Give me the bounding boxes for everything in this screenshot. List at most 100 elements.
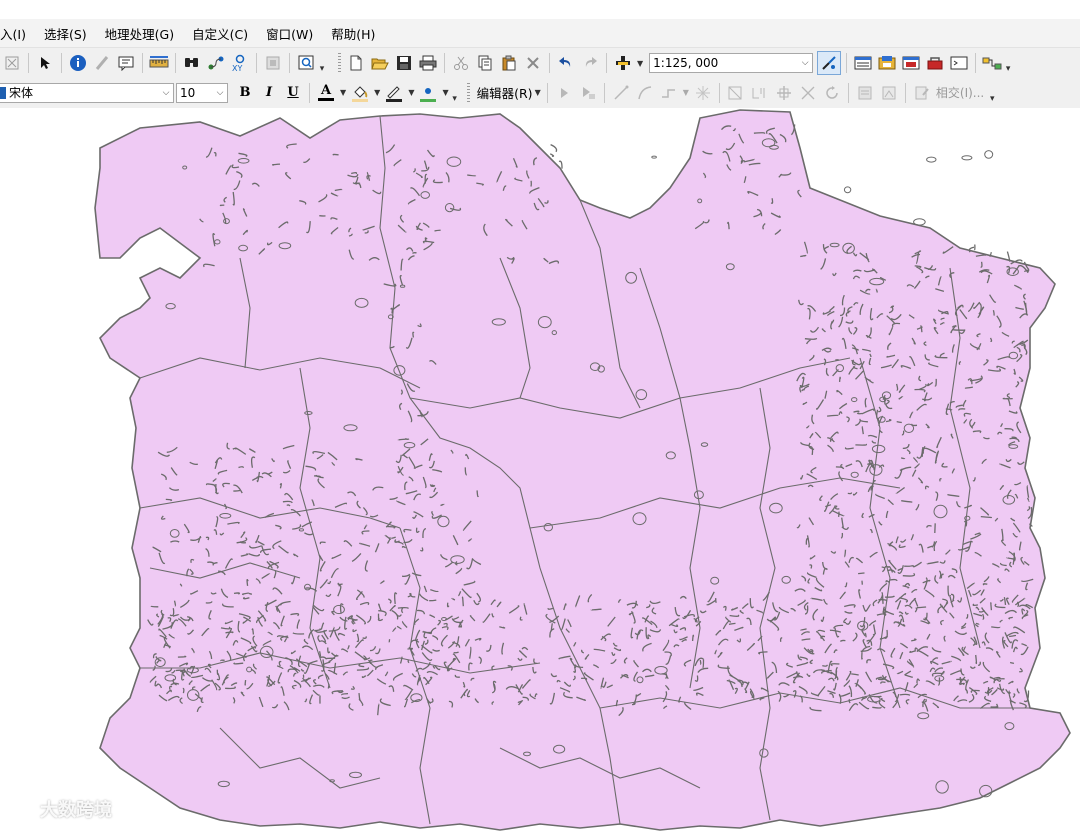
menu-selection[interactable]: 选择(S) [44,24,93,43]
paste-icon[interactable] [498,52,520,74]
find-route-icon[interactable] [205,52,227,74]
italic-button[interactable]: I [258,82,280,104]
add-data-icon[interactable] [612,52,634,74]
underline-button[interactable]: U [282,82,304,104]
rotate-tool-icon[interactable] [821,82,843,104]
polygon-layer[interactable] [94,109,1071,831]
menu-insert[interactable]: 入(I) [0,24,32,43]
menu-geoprocessing[interactable]: 地理处理(G) [105,24,180,43]
search-window-icon[interactable] [900,52,922,74]
identify-icon[interactable] [67,52,89,74]
study-area-polygon[interactable] [94,109,1071,831]
straight-segment-icon[interactable] [610,82,632,104]
svg-text:XY: XY [232,64,242,72]
edit-tool-icon[interactable] [553,82,575,104]
html-popup-icon[interactable] [115,52,137,74]
create-features-icon[interactable] [911,82,933,104]
bold-button[interactable]: B [234,82,256,104]
map-display[interactable] [0,108,1080,831]
time-slider-icon[interactable] [262,52,284,74]
create-viewer-window-icon[interactable] [295,52,317,74]
font-name-combo[interactable]: 宋体 ⌵ [0,82,174,103]
parcel-island [984,150,994,159]
parcel-edge [377,613,380,620]
fill-color-dropdown-icon[interactable]: ▼ [374,88,380,97]
editor-toolbar-toggle-icon[interactable] [817,51,842,75]
map-scale-value[interactable]: 1:125, 000 [650,56,798,70]
add-data-dropdown-icon[interactable]: ▼ [637,59,643,68]
edit-annotation-icon[interactable] [577,82,599,104]
toolbar-overflow-icon[interactable]: ▾ [451,82,459,104]
separator [606,53,607,73]
marker-color-icon[interactable] [417,82,439,104]
end-point-arc-icon[interactable] [634,82,656,104]
new-document-icon[interactable] [345,52,367,74]
separator [256,53,257,73]
parcel-edge [975,654,978,665]
separator [444,53,445,73]
parcel-edge [358,693,361,701]
point-icon[interactable] [692,82,714,104]
catalog-icon[interactable] [876,52,898,74]
print-icon[interactable] [417,52,439,74]
clear-selection-icon[interactable] [1,52,23,74]
cut-icon[interactable] [450,52,472,74]
toolbar-overflow-icon[interactable]: ▾ [988,82,996,104]
chevron-down-icon[interactable]: ⌵ [213,88,227,98]
construct-dropdown-icon[interactable]: ▼ [683,88,689,97]
menu-help[interactable]: 帮助(H) [331,24,381,43]
redo-icon[interactable] [579,52,601,74]
fill-color-icon[interactable] [349,82,371,104]
arctoolbox-icon[interactable] [924,52,946,74]
edit-vertices-icon[interactable] [725,82,747,104]
measure-icon[interactable] [148,52,170,74]
split-tool-icon[interactable] [797,82,819,104]
line-color-dropdown-icon[interactable]: ▼ [408,88,414,97]
trace-icon[interactable] [658,82,680,104]
parcel-edge [453,651,459,654]
delete-icon[interactable] [522,52,544,74]
font-color-dropdown-icon[interactable]: ▼ [340,88,346,97]
menu-window[interactable]: 窗口(W) [266,24,319,43]
table-of-contents-icon[interactable] [852,52,874,74]
attributes-icon[interactable] [854,82,876,104]
toolbar-overflow-icon[interactable]: ▾ [318,52,326,74]
editor-menu-button[interactable]: 编辑器(R) [477,83,533,102]
cut-polygons-icon[interactable] [773,82,795,104]
find-icon[interactable] [181,52,203,74]
parcel-edge [233,489,241,492]
parcel-edge [590,608,602,611]
menu-bar: 入(I) 选择(S) 地理处理(G) 自定义(C) 窗口(W) 帮助(H) [0,19,1080,47]
save-icon[interactable] [393,52,415,74]
font-name-value[interactable]: 宋体 [9,84,159,101]
marker-color-dropdown-icon[interactable]: ▼ [442,88,448,97]
goto-xy-icon[interactable]: XY [229,52,251,74]
menu-customize[interactable]: 自定义(C) [192,24,254,43]
undo-icon[interactable] [555,52,577,74]
copy-icon[interactable] [474,52,496,74]
toolbar-overflow-icon[interactable]: ▾ [1004,52,1012,74]
chevron-down-icon[interactable]: ⌵ [159,88,173,98]
editor-dropdown-icon[interactable]: ▼ [535,88,541,97]
sketch-properties-icon[interactable] [878,82,900,104]
select-elements-icon[interactable] [34,52,56,74]
intersect-button[interactable]: 相交(I)... [936,84,984,101]
separator [846,53,848,73]
chevron-down-icon[interactable]: ⌵ [798,58,812,68]
parcel-edge [992,310,995,316]
separator [546,82,548,103]
font-color-button[interactable]: A [315,82,337,104]
font-icon [0,86,6,99]
modelbuilder-icon[interactable] [981,52,1003,74]
separator [718,82,720,103]
open-folder-icon[interactable] [369,52,391,74]
line-color-icon[interactable] [383,82,405,104]
font-size-value[interactable]: 10 [177,86,213,100]
hyperlink-icon[interactable] [91,52,113,74]
font-color-letter: A [320,83,332,98]
map-scale-combo[interactable]: 1:125, 000 ⌵ [649,53,814,73]
python-window-icon[interactable] [948,52,970,74]
reshape-feature-icon[interactable] [749,82,771,104]
map-canvas[interactable] [0,108,1080,831]
font-size-combo[interactable]: 10 ⌵ [176,82,228,103]
